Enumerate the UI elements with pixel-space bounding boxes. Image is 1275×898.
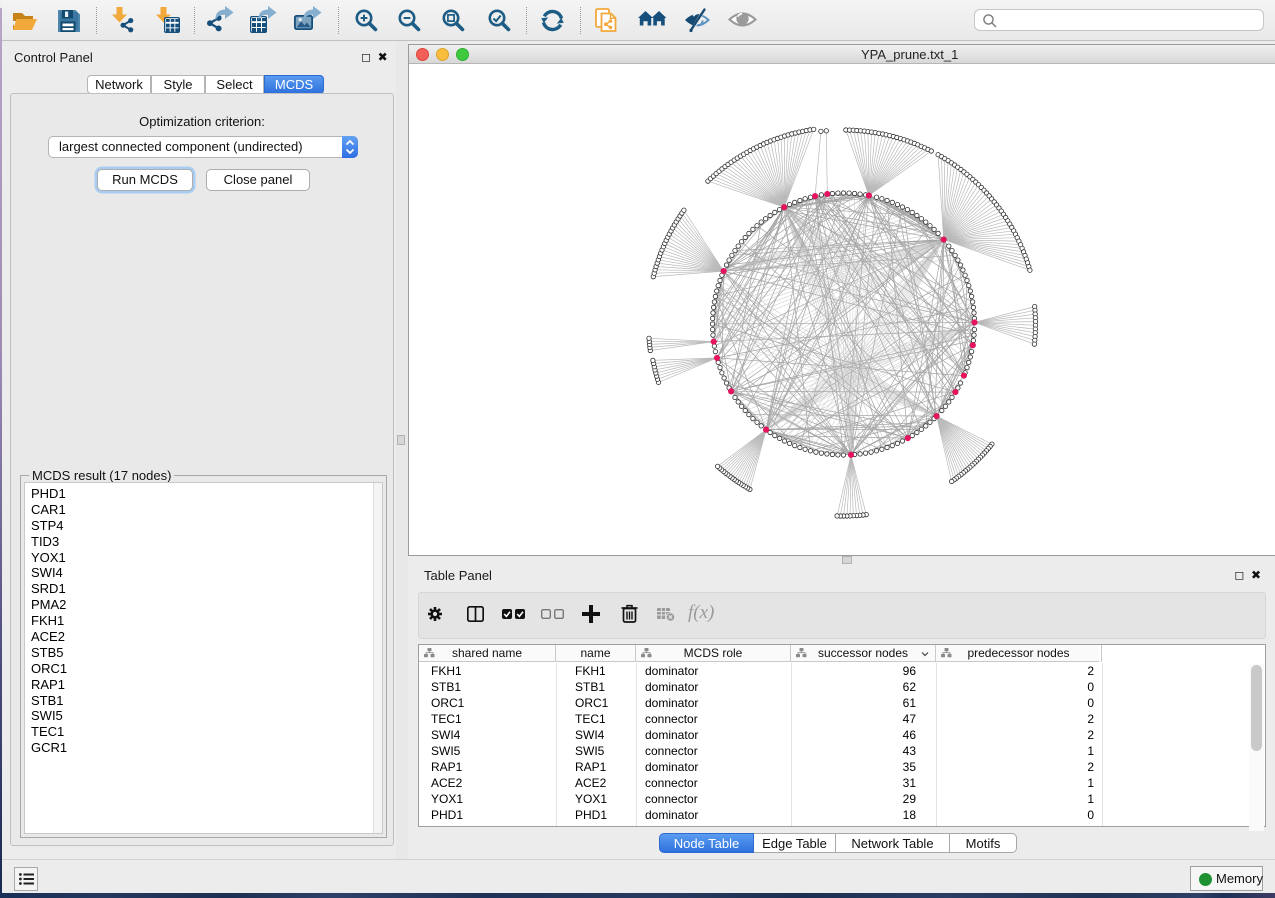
svg-text:f(x): f(x) — [688, 604, 714, 623]
